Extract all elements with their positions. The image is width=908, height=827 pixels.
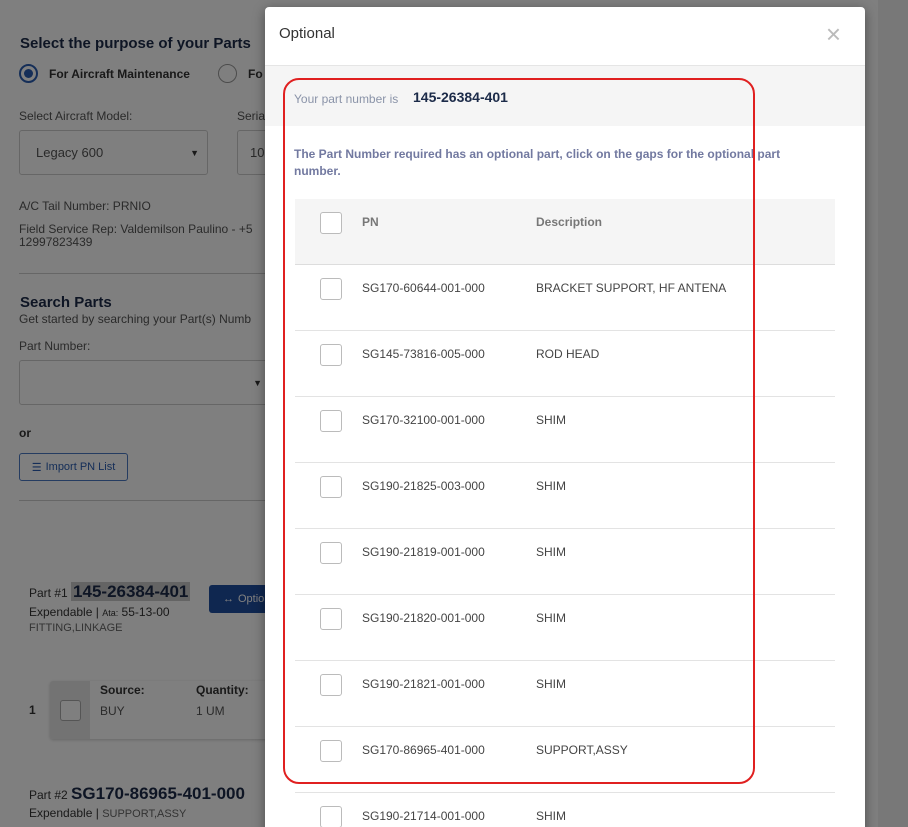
row-checkbox[interactable] [320, 674, 342, 696]
optional-parts-table: PN Description SG170-60644-001-000 BRACK… [295, 199, 835, 827]
row-pn: SG190-21819-001-000 [362, 545, 485, 559]
table-row[interactable]: SG190-21819-001-000 SHIM [295, 529, 835, 595]
optional-modal: Optional × Your part number is 145-26384… [265, 7, 865, 827]
row-checkbox[interactable] [320, 608, 342, 630]
row-checkbox[interactable] [320, 344, 342, 366]
table-row[interactable]: SG145-73816-005-000 ROD HEAD [295, 331, 835, 397]
row-pn: SG190-21825-003-000 [362, 479, 485, 493]
table-row[interactable]: SG190-21820-001-000 SHIM [295, 595, 835, 661]
row-checkbox[interactable] [320, 806, 342, 827]
row-description: SHIM [536, 413, 566, 427]
row-description: SHIM [536, 479, 566, 493]
row-pn: SG190-21820-001-000 [362, 611, 485, 625]
row-pn: SG190-21821-001-000 [362, 677, 485, 691]
row-pn: SG190-21714-001-000 [362, 809, 485, 823]
optional-notice: The Part Number required has an optional… [294, 147, 781, 178]
part-number-label: Your part number is [294, 92, 399, 106]
part-number-value: 145-26384-401 [413, 89, 508, 105]
row-checkbox[interactable] [320, 278, 342, 300]
close-icon[interactable]: × [826, 21, 841, 47]
row-description: SHIM [536, 611, 566, 625]
row-description: SHIM [536, 809, 566, 823]
row-checkbox[interactable] [320, 476, 342, 498]
table-header: PN Description [295, 199, 835, 265]
table-row[interactable]: SG170-32100-001-000 SHIM [295, 397, 835, 463]
select-all-checkbox[interactable] [320, 212, 342, 234]
table-row[interactable]: SG170-86965-401-000 SUPPORT,ASSY [295, 727, 835, 793]
row-checkbox[interactable] [320, 740, 342, 762]
row-pn: SG170-32100-001-000 [362, 413, 485, 427]
row-checkbox[interactable] [320, 542, 342, 564]
row-pn: SG170-86965-401-000 [362, 743, 485, 757]
column-header-description: Description [536, 215, 603, 229]
row-checkbox[interactable] [320, 410, 342, 432]
modal-header: Optional × [265, 7, 865, 66]
table-row[interactable]: SG190-21714-001-000 SHIM [295, 793, 835, 827]
row-description: SHIM [536, 545, 566, 559]
modal-title: Optional [279, 25, 335, 42]
row-description: ROD HEAD [536, 347, 600, 361]
row-description: SHIM [536, 677, 566, 691]
row-description: SUPPORT,ASSY [536, 743, 628, 757]
column-header-pn: PN [362, 215, 379, 229]
row-pn: SG170-60644-001-000 [362, 281, 485, 295]
part-number-banner: Your part number is 145-26384-401 [265, 66, 865, 126]
table-row[interactable]: SG190-21825-003-000 SHIM [295, 463, 835, 529]
row-pn: SG145-73816-005-000 [362, 347, 485, 361]
table-row[interactable]: SG170-60644-001-000 BRACKET SUPPORT, HF … [295, 265, 835, 331]
table-row[interactable]: SG190-21821-001-000 SHIM [295, 661, 835, 727]
row-description: BRACKET SUPPORT, HF ANTENA [536, 281, 727, 295]
